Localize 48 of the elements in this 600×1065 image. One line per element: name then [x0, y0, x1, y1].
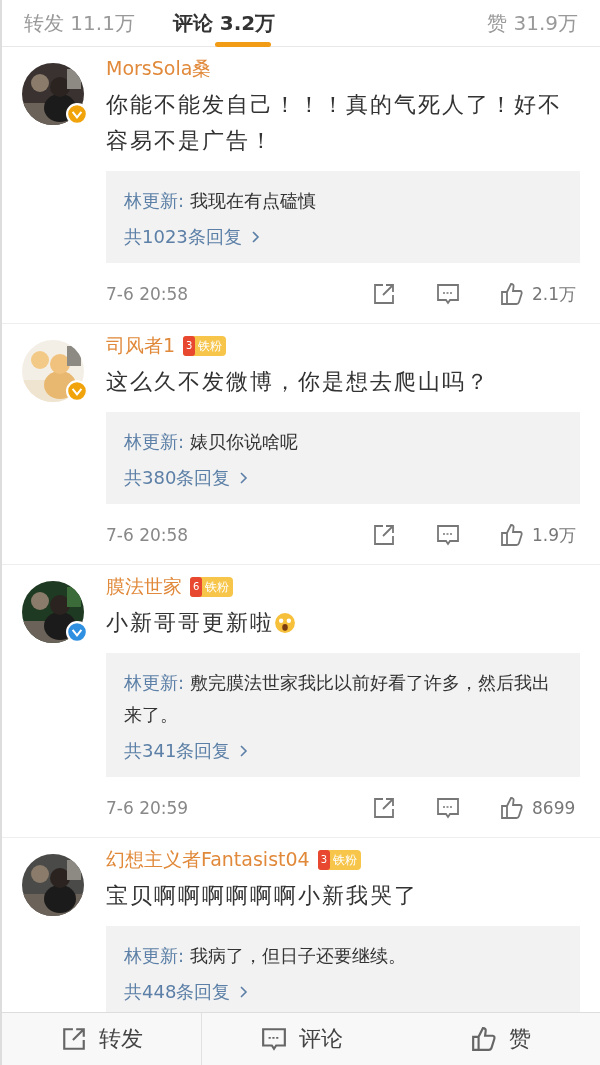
tab[interactable]: 转发 11.1万: [24, 9, 135, 37]
like-count: 8699: [532, 798, 576, 818]
comment-text: 宝贝啊啊啊啊啊啊小新我哭了: [106, 883, 418, 908]
reply-text: 林更新: 敷完膜法世家我比以前好看了许多，然后我出来了。: [124, 671, 551, 727]
tab-indicator: [214, 41, 271, 47]
user-name[interactable]: 幻想主义者Fantasist04: [106, 847, 310, 873]
share-icon[interactable]: [372, 796, 396, 820]
chevron-icon: [238, 744, 249, 758]
thumbs-up-icon[interactable]: [500, 282, 524, 306]
action-button[interactable]: 赞: [401, 1013, 600, 1065]
comment-text: 你能不能发自己！！！真的气死人了！好不容易不是广告！: [106, 92, 562, 153]
chevron-icon: [238, 985, 249, 999]
comment-icon[interactable]: [436, 796, 460, 820]
thumbs-up-icon[interactable]: [500, 523, 524, 547]
fan-badge: 3 铁粉: [317, 850, 362, 870]
user-name[interactable]: 司风者1: [106, 333, 176, 359]
fan-badge: 3 铁粉: [183, 336, 227, 356]
tab[interactable]: 赞 31.9万: [487, 9, 578, 37]
reply-count-link[interactable]: 共448条回复: [124, 980, 249, 1004]
share-icon[interactable]: [372, 282, 396, 306]
action-button[interactable]: 转发: [2, 1013, 201, 1065]
chevron-icon: [238, 471, 249, 485]
comment-time: 7-6 20:58: [106, 525, 189, 545]
reply-text: 林更新: 婊贝你说啥呢: [124, 430, 299, 454]
thumbs-up-icon[interactable]: [500, 796, 524, 820]
reply-count-link[interactable]: 共380条回复: [124, 466, 249, 490]
tab[interactable]: 评论 3.2万: [172, 9, 276, 37]
share-icon: [60, 1026, 87, 1052]
action-button[interactable]: 评论: [201, 1013, 401, 1065]
reply-text: 林更新: 我现在有点磕慎: [124, 189, 317, 213]
comment-text: 这么久不发微博，你是想去爬山吗？: [106, 369, 490, 394]
share-icon[interactable]: [372, 523, 396, 547]
like-count: 1.9万: [532, 523, 577, 547]
comment-time: 7-6 20:58: [106, 284, 189, 304]
reply-count-link[interactable]: 共341条回复: [124, 739, 249, 763]
comment-icon[interactable]: [436, 523, 460, 547]
thumbs-up-icon: [470, 1026, 497, 1052]
chevron-icon: [249, 230, 260, 244]
user-name[interactable]: MorsSola桑: [106, 56, 212, 82]
comment-icon: [260, 1026, 287, 1052]
reply-count-link[interactable]: 共1023条回复: [124, 225, 260, 249]
reply-text: 林更新: 我病了，但日子还要继续。: [124, 944, 407, 968]
comment-time: 7-6 20:59: [106, 798, 189, 818]
comment-text: 小新哥哥更新啦: [106, 610, 274, 635]
like-count: 2.1万: [532, 282, 577, 306]
fan-badge: 6 铁粉: [190, 577, 234, 597]
comment-icon[interactable]: [436, 282, 460, 306]
user-name[interactable]: 膜法世家: [106, 574, 182, 600]
